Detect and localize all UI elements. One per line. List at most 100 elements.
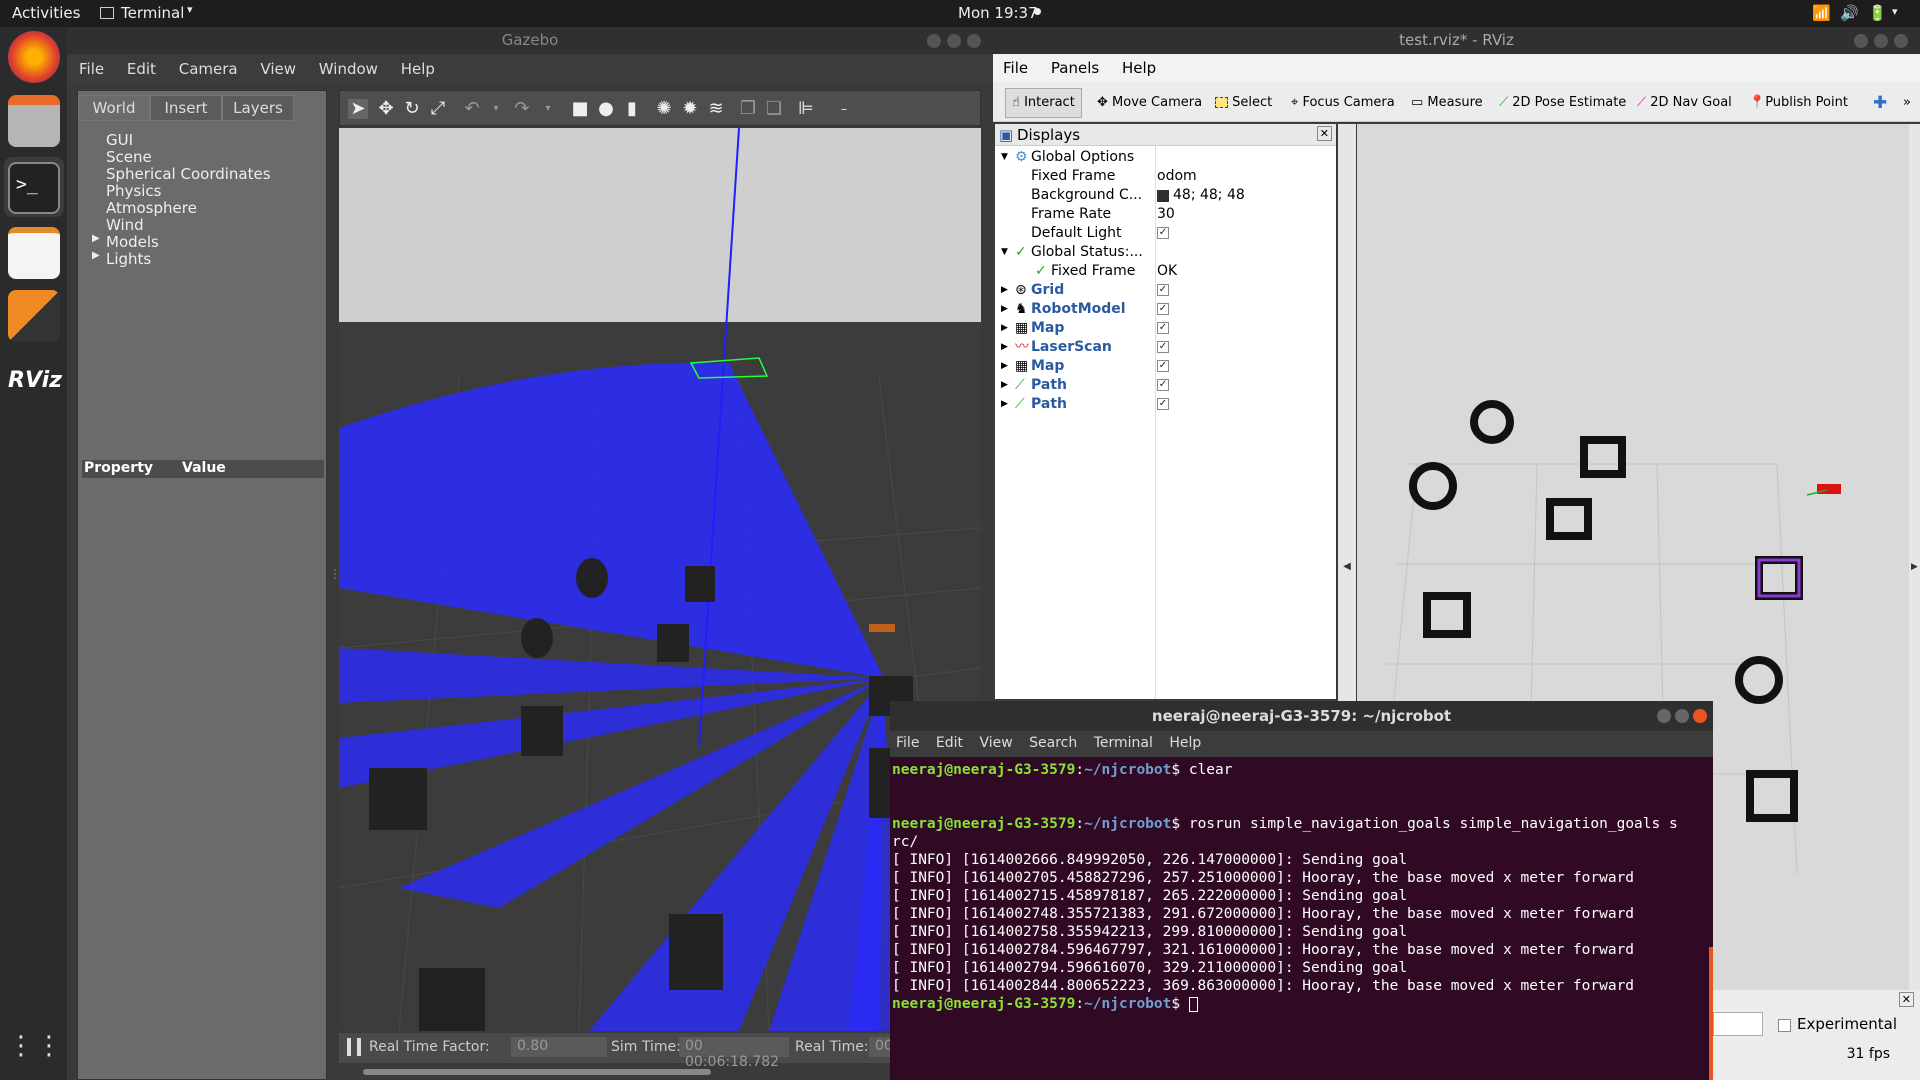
maximize-icon[interactable] [1874,34,1888,48]
terminal-scrollbar[interactable] [1709,947,1713,1080]
menu-help[interactable]: Help [1122,59,1156,77]
row-global-options[interactable]: ▼ ⚙ Global Options [995,148,1336,167]
expand-arrow-icon[interactable]: ▶ [1001,319,1008,338]
spot-light-icon[interactable]: ✹ [680,99,700,119]
color-swatch[interactable] [1157,190,1169,202]
focus-camera-tool[interactable]: ⌖ Focus Camera [1291,92,1395,114]
pause-icon[interactable] [347,1038,361,1056]
checkbox-checked[interactable]: ✓ [1157,322,1169,334]
expand-arrow-icon[interactable]: ▶ [1001,376,1008,395]
menu-file[interactable]: File [79,60,104,78]
menu-view[interactable]: View [979,735,1012,751]
maximize-icon[interactable] [1675,709,1689,723]
firefox-icon[interactable] [8,31,60,83]
row-default-light[interactable]: Default Light ✓ [995,224,1336,243]
tree-atmosphere[interactable]: Atmosphere [106,199,197,217]
row-global-status[interactable]: ▼ ✓ Global Status:... [995,243,1336,262]
pose-estimate-tool[interactable]: ⟋ 2D Pose Estimate [1499,92,1626,114]
directional-light-icon[interactable]: ≋ [706,99,726,119]
more-icon[interactable]: – [834,99,854,119]
tree-spherical-coordinates[interactable]: Spherical Coordinates [106,165,271,183]
terminal-titlebar[interactable]: neeraj@neeraj-G3-3579: ~/njcrobot [890,701,1713,731]
tab-layers[interactable]: Layers [222,95,294,121]
row-map[interactable]: ▶ ▦ Map ✓ [995,357,1336,376]
add-tool-icon[interactable]: ✚ [1873,92,1887,114]
expand-arrow-icon[interactable]: ▶ [1001,300,1008,319]
rotate-icon[interactable]: ↻ [402,99,422,119]
rviz-titlebar[interactable]: test.rviz* - RViz [993,27,1920,54]
checkbox-checked[interactable]: ✓ [1157,360,1169,372]
expand-arrow-icon[interactable]: ▶ [1001,395,1008,414]
checkbox-checked[interactable]: ✓ [1157,284,1169,296]
menu-panels[interactable]: Panels [1051,59,1099,77]
align-icon[interactable]: ⊫ [796,99,816,119]
close-icon[interactable] [1693,709,1707,723]
tab-world[interactable]: World [78,95,150,121]
scale-icon[interactable]: ⤢ [428,99,448,119]
row-value[interactable]: 30 [1157,205,1175,224]
close-panel-icon[interactable]: ✕ [1898,992,1914,1007]
point-light-icon[interactable]: ✺ [654,99,674,119]
row-value[interactable]: 48; 48; 48 [1173,186,1245,205]
expand-arrow-icon[interactable]: ▶ [92,250,100,261]
checkbox-checked[interactable]: ✓ [1157,398,1169,410]
tree-models[interactable]: Models [106,233,159,251]
cylinder-shape-icon[interactable]: ▮ [622,99,642,119]
row-fixed-frame[interactable]: Fixed Frame odom [995,167,1336,186]
interact-tool[interactable]: ☝ Interact [1005,88,1082,118]
tree-gui[interactable]: GUI [106,131,133,149]
expand-arrow-icon[interactable]: ▶ [1001,357,1008,376]
horizontal-scrollbar[interactable] [363,1069,711,1075]
activities-button[interactable]: Activities [12,4,80,22]
menu-help[interactable]: Help [1169,735,1201,751]
expand-arrow-icon[interactable]: ▼ [1001,243,1008,262]
gazebo-icon[interactable] [8,290,60,342]
menu-help[interactable]: Help [401,60,435,78]
menu-edit[interactable]: Edit [936,735,963,751]
menu-view[interactable]: View [260,60,296,78]
close-icon[interactable] [967,34,981,48]
paste-icon[interactable]: ❏ [764,99,784,119]
copy-icon[interactable]: ❐ [738,99,758,119]
row-grid[interactable]: ▶ ⊛ Grid ✓ [995,281,1336,300]
files-icon[interactable] [8,95,60,147]
tab-insert[interactable]: Insert [150,95,222,121]
collapse-right-arrow-icon[interactable]: ▶ [1909,124,1920,1010]
menu-window[interactable]: Window [319,60,378,78]
checkbox-checked[interactable]: ✓ [1157,379,1169,391]
expand-arrow-icon[interactable]: ▼ [1001,148,1008,167]
gazebo-titlebar[interactable]: Gazebo [67,27,993,54]
expand-arrow-icon[interactable]: ▶ [1001,338,1008,357]
publish-point-tool[interactable]: 📍Publish Point [1749,92,1848,114]
row-laserscan[interactable]: ▶ 〰 LaserScan ✓ [995,338,1336,357]
expand-arrow-icon[interactable]: ▶ [92,233,100,244]
tree-wind[interactable]: Wind [106,216,144,234]
row-map[interactable]: ▶ ▦ Map ✓ [995,319,1336,338]
checkbox-checked[interactable]: ✓ [1157,227,1169,239]
nav-goal-tool[interactable]: ⟋ 2D Nav Goal [1637,92,1732,114]
row-status-fixed-frame[interactable]: ✓ Fixed Frame OK [995,262,1336,281]
select-tool[interactable]: Select [1215,92,1272,114]
redo-dropdown-icon[interactable]: ▾ [538,99,558,119]
overflow-icon[interactable]: » [1903,92,1911,114]
row-robotmodel[interactable]: ▶ ♞ RobotModel ✓ [995,300,1336,319]
close-icon[interactable] [1894,34,1908,48]
gazebo-3d-viewport[interactable] [339,128,981,1031]
checkbox-checked[interactable]: ✓ [1157,303,1169,315]
maximize-icon[interactable] [947,34,961,48]
terminal-icon[interactable]: >_ [8,162,60,214]
expand-arrow-icon[interactable]: ▶ [1001,281,1008,300]
battery-icon[interactable]: 🔋 [1868,4,1887,22]
move-camera-tool[interactable]: ✥ Move Camera [1097,92,1202,114]
experimental-checkbox[interactable] [1778,1019,1791,1032]
minimize-icon[interactable] [1854,34,1868,48]
sphere-shape-icon[interactable]: ● [596,99,616,119]
system-menu-chevron-icon[interactable]: ▾ [1892,5,1898,18]
app-menu[interactable]: Terminal [121,4,184,22]
tree-physics[interactable]: Physics [106,182,161,200]
menu-file[interactable]: File [896,735,919,751]
text-editor-icon[interactable] [8,227,60,279]
row-path[interactable]: ▶ ⟋ Path ✓ [995,376,1336,395]
translate-icon[interactable]: ✥ [376,99,396,119]
menu-edit[interactable]: Edit [127,60,156,78]
